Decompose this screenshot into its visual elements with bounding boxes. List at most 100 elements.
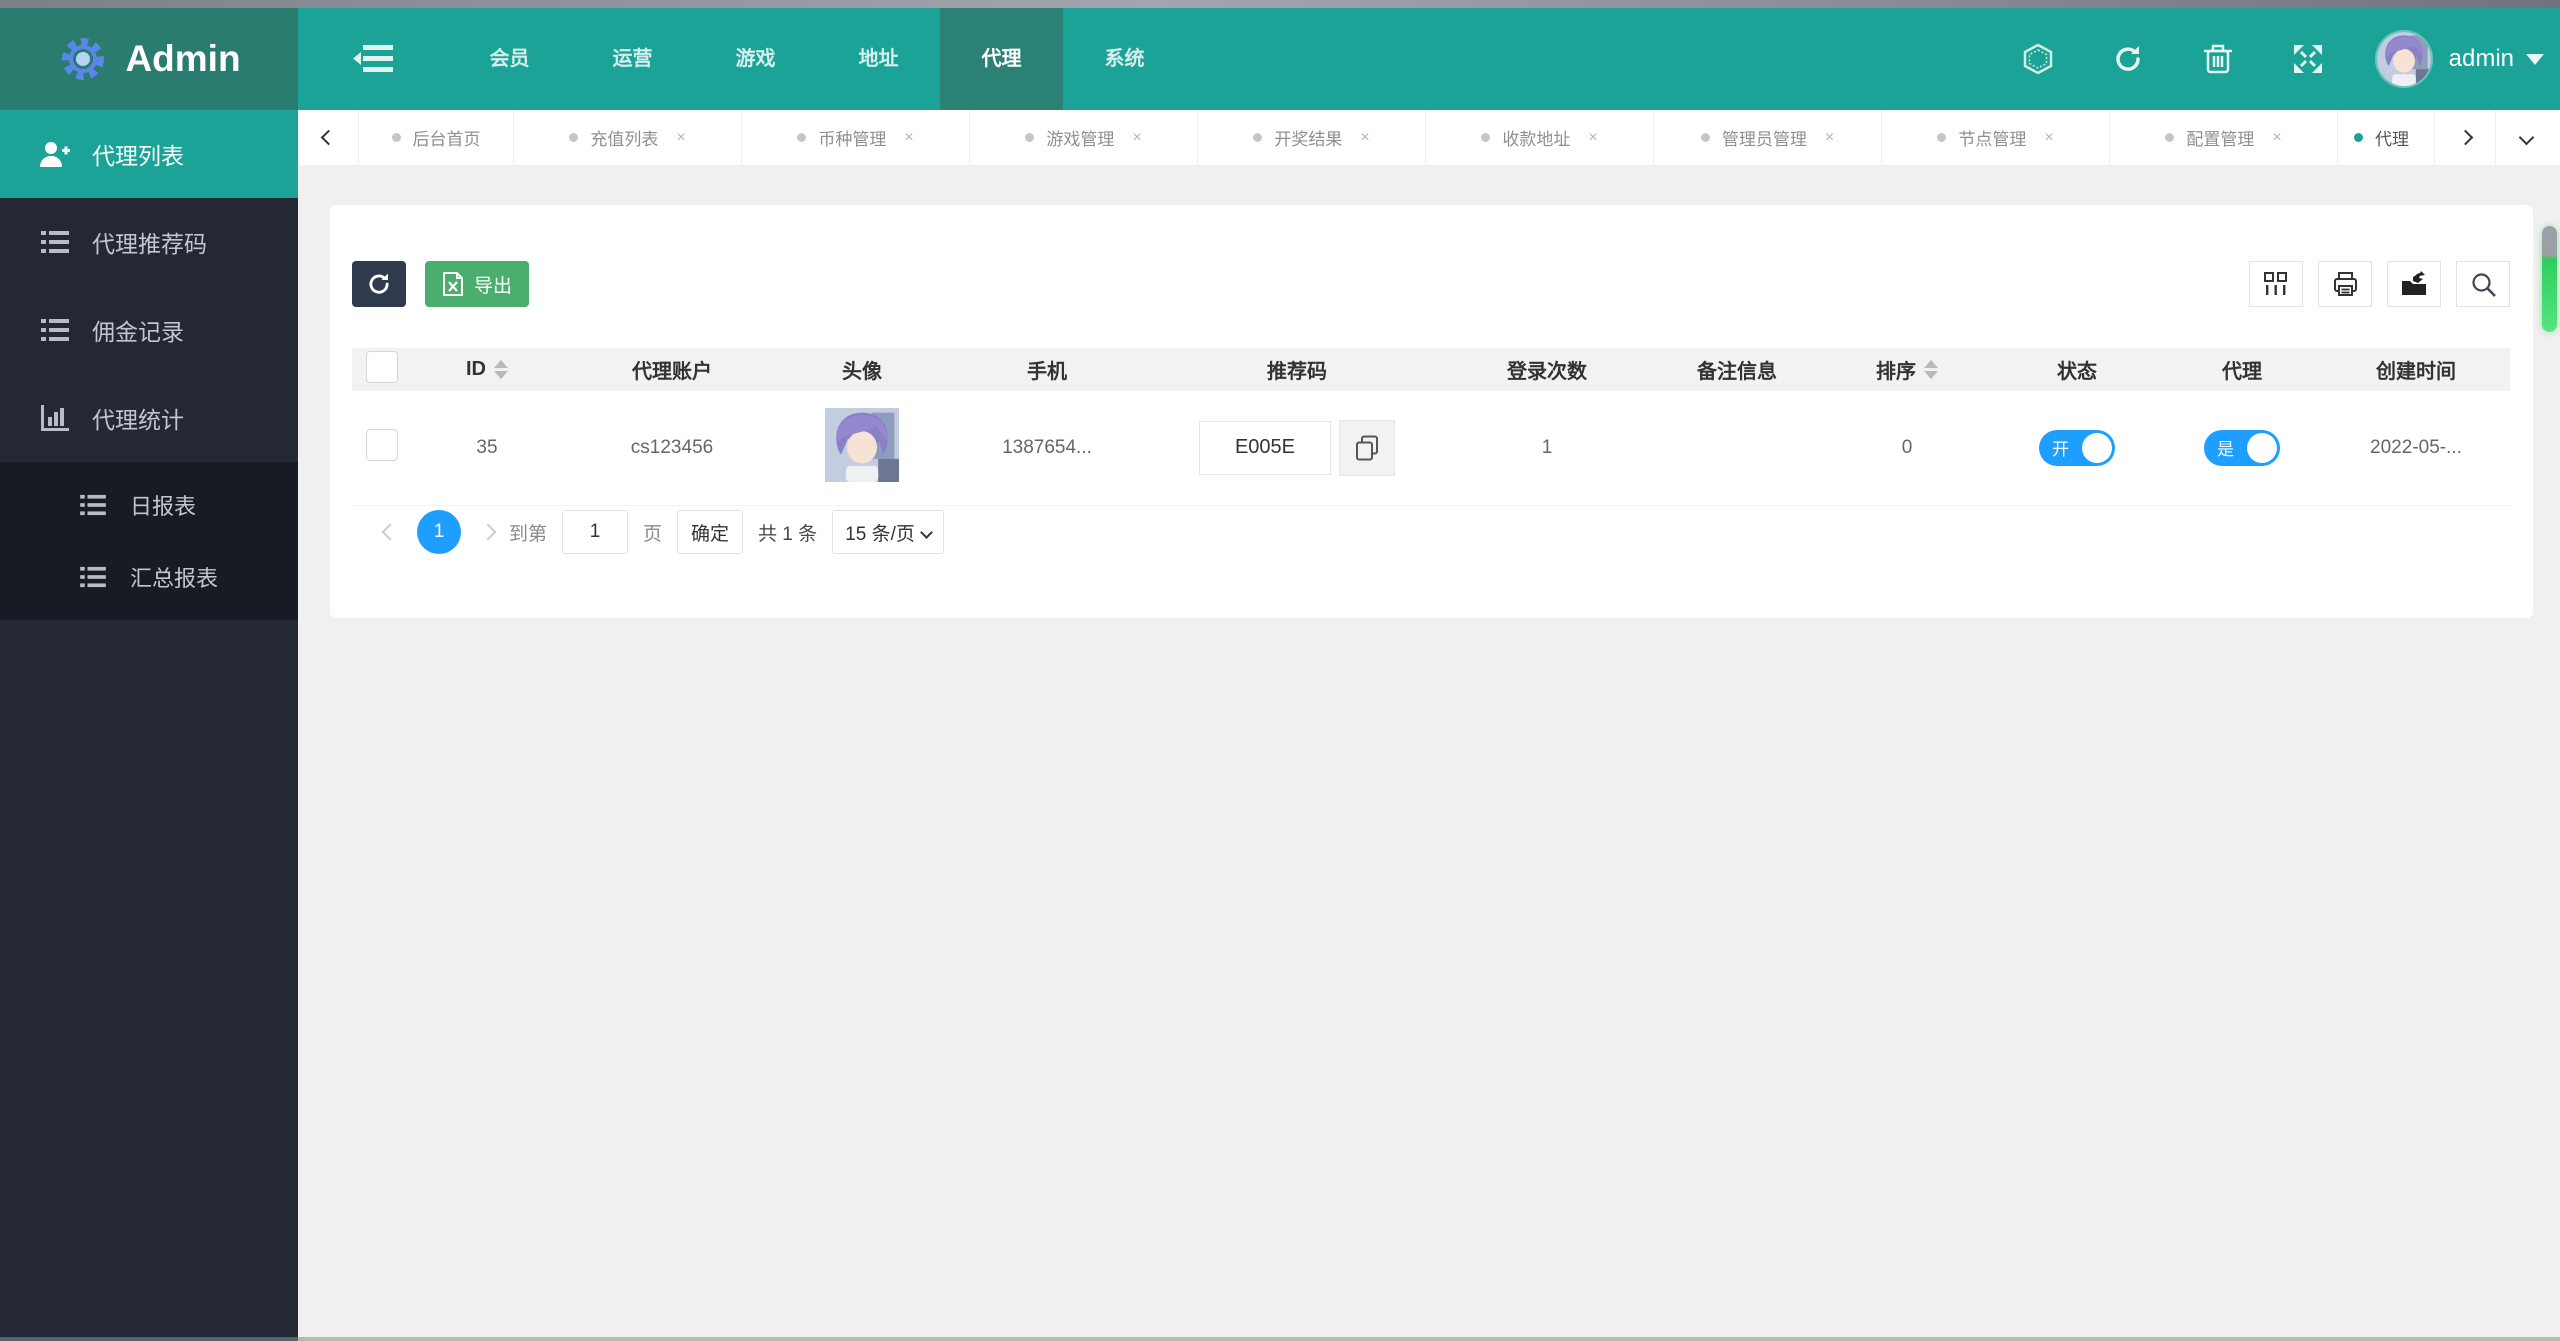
agent-avatar[interactable] bbox=[825, 407, 899, 482]
tab-label: 代理 bbox=[2375, 130, 2409, 149]
user-avatar[interactable] bbox=[2374, 30, 2433, 88]
table-row: 35 cs123456 1387654... E005E 1 0 开 是 202… bbox=[352, 391, 2510, 506]
topnav-item-operations[interactable]: 运营 bbox=[571, 8, 694, 110]
pagination: 1 到第 页 确定 共 1 条 15 条/页 bbox=[381, 510, 945, 554]
col-status: 状态 bbox=[1992, 348, 2162, 391]
sidebar-item-label: 日报表 bbox=[130, 494, 197, 519]
tab-dot-icon bbox=[2165, 133, 2175, 142]
tab-close-icon[interactable]: × bbox=[2272, 129, 2281, 147]
select-all-header bbox=[352, 348, 412, 391]
printer-icon[interactable] bbox=[2318, 261, 2372, 307]
sidebar-item-daily-report[interactable]: 日报表 bbox=[0, 469, 298, 541]
top-navbar: Admin 会员 运营 游戏 地址 代理 系统 admin bbox=[0, 8, 2560, 110]
columns-icon[interactable] bbox=[2249, 261, 2303, 307]
refresh-button[interactable] bbox=[352, 261, 406, 307]
prev-page-icon[interactable] bbox=[381, 523, 399, 541]
total-count-label: 共 1 条 bbox=[758, 523, 818, 545]
tab-home[interactable]: 后台首页 bbox=[358, 110, 514, 165]
tab-close-icon[interactable]: × bbox=[1588, 129, 1597, 147]
status-toggle[interactable]: 开 bbox=[2039, 429, 2115, 466]
select-all-checkbox[interactable] bbox=[366, 350, 398, 383]
sort-icon[interactable] bbox=[494, 360, 508, 379]
next-page-icon[interactable] bbox=[479, 523, 497, 541]
referral-code-input[interactable] bbox=[1199, 420, 1331, 475]
copy-button[interactable] bbox=[1339, 419, 1395, 476]
tab-config-mgmt[interactable]: 配置管理 × bbox=[2110, 110, 2338, 165]
sidebar-collapse-button[interactable] bbox=[298, 8, 448, 110]
tab-close-icon[interactable]: × bbox=[676, 129, 685, 147]
user-name: admin bbox=[2448, 45, 2514, 72]
sidebar-item-agent-codes[interactable]: 代理推荐码 bbox=[0, 198, 298, 286]
cell-remark bbox=[1652, 391, 1822, 506]
per-page-select[interactable]: 15 条/页 bbox=[832, 510, 945, 554]
tab-payment-address[interactable]: 收款地址 × bbox=[1426, 110, 1654, 165]
bar-chart-icon bbox=[40, 405, 70, 431]
tab-close-icon[interactable]: × bbox=[2044, 129, 2053, 147]
content-card: 导出 ID 代理账户 头像 手机 推荐码 登录次数 备注信息 排序 状态 代理 … bbox=[330, 205, 2533, 618]
list-icon bbox=[78, 566, 108, 588]
tab-close-icon[interactable]: × bbox=[1825, 129, 1834, 147]
col-account: 代理账户 bbox=[562, 348, 782, 391]
col-label: 排序 bbox=[1876, 361, 1916, 383]
tab-dot-icon bbox=[1253, 133, 1263, 142]
topnav-item-system[interactable]: 系统 bbox=[1063, 8, 1186, 110]
sidebar-item-label: 汇总报表 bbox=[130, 566, 219, 591]
tab-close-icon[interactable]: × bbox=[904, 129, 913, 147]
tab-label: 充值列表 bbox=[590, 130, 659, 149]
tabs-scroll-right-button[interactable] bbox=[2435, 110, 2495, 165]
refresh-icon[interactable] bbox=[2083, 8, 2173, 110]
page-number-button[interactable]: 1 bbox=[417, 510, 461, 554]
topnav-item-agent[interactable]: 代理 bbox=[940, 8, 1063, 110]
hexagon-icon[interactable] bbox=[1993, 8, 2083, 110]
topnav-item-games[interactable]: 游戏 bbox=[694, 8, 817, 110]
search-icon[interactable] bbox=[2456, 261, 2510, 307]
per-page-value: 15 条/页 bbox=[845, 523, 915, 545]
window-bottom-edge bbox=[0, 1337, 298, 1341]
sidebar-item-commission-records[interactable]: 佣金记录 bbox=[0, 286, 298, 374]
tab-label: 币种管理 bbox=[818, 130, 887, 149]
tab-close-icon[interactable]: × bbox=[1132, 129, 1141, 147]
scrollbar-thumb[interactable] bbox=[2542, 226, 2557, 332]
goto-page-input[interactable] bbox=[562, 510, 629, 554]
tabs-scroll-left-button[interactable] bbox=[298, 110, 358, 165]
tab-game-mgmt[interactable]: 游戏管理 × bbox=[970, 110, 1198, 165]
tab-admin-mgmt[interactable]: 管理员管理 × bbox=[1654, 110, 1882, 165]
trash-icon[interactable] bbox=[2173, 8, 2263, 110]
sidebar-item-agent-stats[interactable]: 代理统计 bbox=[0, 374, 298, 462]
tab-lottery-results[interactable]: 开奖结果 × bbox=[1198, 110, 1426, 165]
tab-label: 开奖结果 bbox=[1274, 130, 1343, 149]
tab-label: 游戏管理 bbox=[1046, 130, 1115, 149]
sidebar-item-agent-list[interactable]: 代理列表 bbox=[0, 110, 298, 198]
tab-agent-active[interactable]: 代理 bbox=[2338, 110, 2435, 165]
confirm-button[interactable]: 确定 bbox=[677, 510, 744, 554]
toggle-knob bbox=[2247, 432, 2277, 463]
user-menu[interactable]: admin bbox=[2449, 45, 2544, 73]
tab-currency-mgmt[interactable]: 币种管理 × bbox=[742, 110, 970, 165]
tabs-menu-button[interactable] bbox=[2496, 110, 2556, 165]
topnav-item-members[interactable]: 会员 bbox=[448, 8, 571, 110]
toggle-knob bbox=[2082, 432, 2112, 463]
cell-phone: 1387654... bbox=[942, 391, 1152, 506]
tab-dot-icon bbox=[2354, 133, 2363, 142]
tab-bar: 后台首页 充值列表 × 币种管理 × 游戏管理 × 开奖结果 × 收款地址 × bbox=[298, 110, 2560, 165]
col-phone: 手机 bbox=[942, 348, 1152, 391]
export-button[interactable]: 导出 bbox=[425, 261, 530, 307]
sort-icon[interactable] bbox=[1924, 360, 1938, 379]
fullscreen-icon[interactable] bbox=[2263, 8, 2353, 110]
topnav-item-address[interactable]: 地址 bbox=[817, 8, 940, 110]
tab-dot-icon bbox=[1025, 133, 1035, 142]
row-checkbox[interactable] bbox=[366, 428, 398, 461]
gear-logo-icon bbox=[57, 33, 109, 85]
agents-table: ID 代理账户 头像 手机 推荐码 登录次数 备注信息 排序 状态 代理 创建时… bbox=[352, 348, 2510, 506]
col-sort[interactable]: 排序 bbox=[1822, 348, 1992, 391]
tab-recharge-list[interactable]: 充值列表 × bbox=[514, 110, 742, 165]
export-file-icon[interactable] bbox=[2387, 261, 2441, 307]
col-id[interactable]: ID bbox=[412, 348, 562, 391]
col-remark: 备注信息 bbox=[1652, 348, 1822, 391]
sidebar-item-label: 代理列表 bbox=[92, 143, 184, 169]
cell-login-count: 1 bbox=[1442, 391, 1652, 506]
agent-toggle[interactable]: 是 bbox=[2204, 429, 2280, 466]
tab-node-mgmt[interactable]: 节点管理 × bbox=[1882, 110, 2110, 165]
tab-close-icon[interactable]: × bbox=[1360, 129, 1369, 147]
sidebar-item-summary-report[interactable]: 汇总报表 bbox=[0, 541, 298, 613]
